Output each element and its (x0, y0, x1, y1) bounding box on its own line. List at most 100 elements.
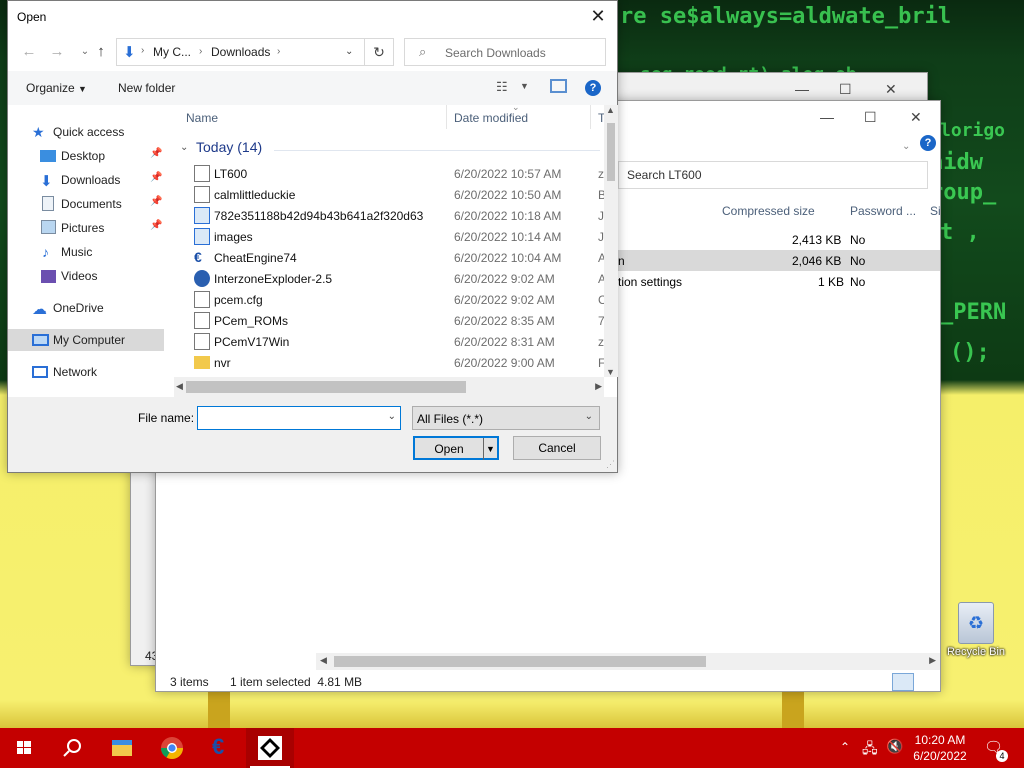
split-dropdown-icon[interactable]: ▼ (483, 438, 497, 460)
file-icon (194, 291, 210, 308)
chevron-down-icon[interactable]: ⌄ (345, 46, 353, 57)
organize-label: Organize (26, 81, 75, 95)
file-type-filter[interactable]: All Files (*.*) ⌄ (412, 406, 600, 430)
collapse-chevron-icon[interactable]: ⌄ (180, 142, 188, 153)
chevron-down-icon[interactable]: ⌄ (902, 141, 910, 152)
nav-item-music[interactable]: ♪ Music (8, 241, 164, 263)
back-arrow-icon[interactable]: ← (18, 41, 40, 63)
file-row[interactable]: PCem_ROMs6/20/2022 8:35 AM7z (188, 310, 604, 331)
search-input[interactable]: Search LT600 (618, 161, 928, 189)
show-hidden-icons-icon[interactable]: ⌃ (840, 740, 850, 754)
nav-item-videos[interactable]: Videos (8, 265, 164, 287)
vertical-scrollbar[interactable]: ▲ ▼ (604, 105, 618, 377)
pin-icon[interactable]: 📌 (150, 172, 162, 183)
file-list[interactable]: Name ⌄ Date modified Ty ⌄ Today (14) LT6… (174, 105, 604, 377)
open-dialog[interactable]: Open ✕ ← → ⌄ ↑ ⬇ › My C... › Downloads ›… (7, 0, 618, 473)
nav-item-my-computer[interactable]: My Computer (8, 329, 164, 351)
column-header-name[interactable]: Name (186, 111, 218, 125)
start-button[interactable] (0, 728, 48, 768)
new-folder-button[interactable]: New folder (118, 81, 175, 95)
nav-label: OneDrive (53, 301, 104, 315)
nav-label: Network (53, 365, 98, 379)
file-date: 6/20/2022 8:31 AM (454, 335, 555, 349)
file-row[interactable]: 782e351188b42d94b43b641a2f320d63 6/20/202… (188, 205, 604, 226)
column-header[interactable]: Si (930, 204, 941, 218)
group-header[interactable]: Today (14) (196, 139, 262, 155)
column-header[interactable]: Compressed size (722, 204, 815, 218)
preview-view-icon[interactable] (916, 673, 936, 691)
minimize-icon[interactable]: — (820, 109, 834, 125)
close-icon[interactable]: ✕ (910, 109, 922, 126)
resize-grip-icon[interactable]: ⋰ (606, 459, 615, 470)
close-icon[interactable]: ✕ (885, 81, 897, 98)
preview-pane-icon[interactable] (550, 79, 567, 93)
organize-menu[interactable]: Organize ▼ (26, 81, 87, 95)
nav-item-onedrive[interactable]: ☁ OneDrive (8, 297, 164, 319)
column-header[interactable]: Password ... (850, 204, 916, 218)
taskbar-file-explorer[interactable] (98, 728, 146, 768)
view-options-icon[interactable]: ☷ (496, 79, 508, 95)
horizontal-scrollbar[interactable]: ◀ ▶ (316, 653, 940, 670)
file-row[interactable]: InterzoneExploder-2.56/20/2022 9:02 AMAp (188, 268, 604, 289)
pin-icon[interactable]: 📌 (150, 196, 162, 207)
minimize-icon[interactable]: — (795, 81, 809, 97)
refresh-icon[interactable]: ↻ (364, 38, 394, 66)
breadcrumb-item[interactable]: Downloads (211, 45, 270, 59)
nav-label: Quick access (53, 125, 125, 139)
maximize-icon[interactable]: ☐ (839, 81, 852, 98)
maximize-icon[interactable]: ☐ (864, 109, 877, 126)
nav-item-quick-access[interactable]: ★ Quick access (8, 121, 164, 143)
taskbar-chrome[interactable] (148, 728, 196, 768)
scroll-left-icon[interactable]: ◀ (176, 381, 183, 392)
breadcrumb-item[interactable]: My C... (153, 45, 191, 59)
horizontal-scrollbar[interactable]: ◀ ▶ (174, 377, 604, 397)
file-row[interactable]: LT6006/20/2022 10:57 AMzi (188, 163, 604, 184)
nav-item-network[interactable]: Network (8, 361, 164, 383)
details-view-icon[interactable] (892, 673, 914, 691)
scroll-right-icon[interactable]: ▶ (595, 381, 602, 392)
scroll-down-icon[interactable]: ▼ (606, 367, 615, 377)
open-button[interactable]: Open ▼ (413, 436, 499, 460)
forward-arrow-icon[interactable]: → (46, 41, 68, 63)
up-arrow-icon[interactable]: ↑ (90, 41, 112, 63)
nav-item-downloads[interactable]: ⬇ Downloads 📌 (8, 169, 164, 191)
file-row[interactable]: images6/20/2022 10:14 AMJF (188, 226, 604, 247)
help-icon[interactable]: ? (585, 80, 601, 96)
nav-item-pictures[interactable]: Pictures 📌 (8, 217, 164, 239)
close-icon[interactable]: ✕ (587, 5, 609, 27)
address-bar[interactable]: ⬇ › My C... › Downloads › ⌄ (116, 38, 365, 66)
dropdown-arrow-icon[interactable]: ▼ (520, 81, 529, 91)
file-name-input[interactable]: ⌄ (197, 406, 401, 430)
file-row[interactable]: PCemV17Win6/20/2022 8:31 AMzi (188, 331, 604, 352)
system-clock[interactable]: 10:20 AM 6/20/2022 (908, 732, 972, 764)
column-header-date[interactable]: Date modified (454, 111, 528, 125)
file-row[interactable]: pcem.cfg6/20/2022 9:02 AMCl (188, 289, 604, 310)
scroll-thumb[interactable] (334, 656, 706, 667)
scroll-left-icon[interactable]: ◀ (320, 655, 327, 666)
taskbar-cheatengine[interactable]: € (198, 728, 246, 768)
file-name: LT600 (214, 167, 248, 181)
wallpaper-stripe (208, 692, 230, 728)
search-button[interactable] (48, 728, 96, 768)
pin-icon[interactable]: 📌 (150, 148, 162, 159)
file-row[interactable]: nvr6/20/2022 9:00 AMFi (188, 352, 604, 373)
cancel-button[interactable]: Cancel (513, 436, 601, 460)
volume-muted-icon[interactable]: 🔇 (886, 738, 903, 755)
file-row[interactable]: calmlittleduckie6/20/2022 10:50 AMBI (188, 184, 604, 205)
nav-item-documents[interactable]: Documents 📌 (8, 193, 164, 215)
taskbar-app-active[interactable] (246, 728, 294, 768)
recycle-bin-shortcut[interactable]: ♻ Recycle Bin (940, 602, 1012, 672)
scroll-up-icon[interactable]: ▲ (606, 105, 615, 115)
file-date: 6/20/2022 10:18 AM (454, 209, 562, 223)
search-input[interactable]: ⌕ Search Downloads (404, 38, 606, 66)
dialog-titlebar[interactable]: Open ✕ (8, 1, 617, 33)
scroll-thumb[interactable] (607, 123, 615, 181)
chevron-down-icon[interactable]: ⌄ (388, 411, 396, 422)
pin-icon[interactable]: 📌 (150, 220, 162, 231)
network-status-icon[interactable]: 🖧 (862, 738, 878, 762)
nav-item-desktop[interactable]: Desktop 📌 (8, 145, 164, 167)
file-row[interactable]: €CheatEngine746/20/2022 10:04 AMAp (188, 247, 604, 268)
scroll-right-icon[interactable]: ▶ (929, 655, 936, 666)
scroll-thumb[interactable] (186, 381, 466, 393)
help-icon[interactable]: ? (920, 135, 936, 151)
